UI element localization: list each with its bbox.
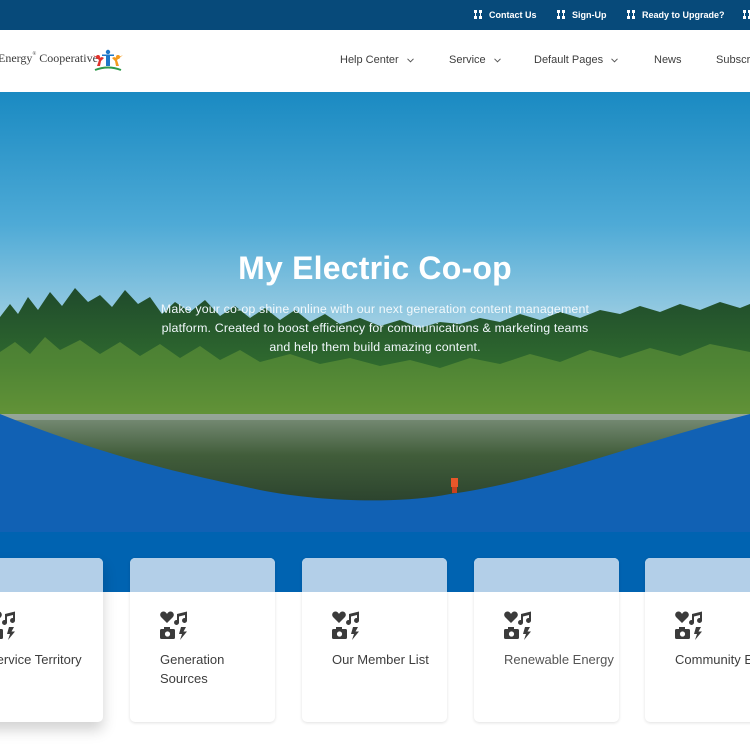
tile-generation-sources[interactable]: Generation Sources xyxy=(130,558,275,722)
tile-service-territory[interactable]: Service Territory xyxy=(0,558,103,722)
sitemap-icon xyxy=(743,10,750,19)
sitemap-icon xyxy=(557,10,565,19)
chevron-down-icon xyxy=(611,57,618,63)
nav-label: Help Center xyxy=(340,54,399,66)
tile-renewable-energy[interactable]: Renewable Energy xyxy=(474,558,619,722)
card-accent xyxy=(130,558,275,592)
tile-community-events[interactable]: Community Events xyxy=(645,558,750,722)
heart-music-camera-bolt-icon xyxy=(675,611,703,640)
card-accent xyxy=(0,558,103,592)
card-accent xyxy=(645,558,750,592)
tile-label: Service Territory xyxy=(0,652,82,667)
brand-name[interactable]: Energy® Cooperative xyxy=(0,51,98,66)
card-accent xyxy=(474,558,619,592)
utility-link-label: Ready to Upgrade? xyxy=(642,10,725,20)
nav-label: News xyxy=(654,54,682,66)
nav-news[interactable]: News xyxy=(654,50,682,70)
nav-label: Service xyxy=(449,54,486,66)
heart-music-camera-bolt-icon xyxy=(0,611,16,640)
utility-link-sign-up[interactable]: Sign-Up xyxy=(557,0,607,30)
utility-link-label: Sign-Up xyxy=(572,10,607,20)
nav-label: Subscribe xyxy=(716,54,750,66)
nav-help-center[interactable]: Help Center xyxy=(340,50,414,70)
brand-name-text: Energy xyxy=(0,51,33,65)
people-arms-raised-logo[interactable] xyxy=(91,48,125,74)
chevron-down-icon xyxy=(493,57,501,63)
utility-link-contact-us[interactable]: Contact Us xyxy=(474,0,537,30)
nav-service[interactable]: Service xyxy=(449,50,501,70)
nav-default-pages[interactable]: Default Pages xyxy=(534,50,618,70)
sitemap-icon xyxy=(627,10,635,19)
tile-label: Community Events xyxy=(675,652,750,667)
tile-label: Renewable Energy xyxy=(504,652,614,667)
brand-suffix: Cooperative xyxy=(36,51,98,65)
heart-music-camera-bolt-icon xyxy=(160,611,188,640)
sitemap-icon xyxy=(474,10,482,19)
tile-label: Our Member List xyxy=(332,652,429,667)
chevron-down-icon xyxy=(406,57,414,63)
nav-label: Default Pages xyxy=(534,54,604,66)
heart-music-camera-bolt-icon xyxy=(504,611,532,640)
utility-link-more[interactable] xyxy=(743,0,750,30)
heart-music-camera-bolt-icon xyxy=(332,611,360,640)
tile-our-member-list[interactable]: Our Member List xyxy=(302,558,447,722)
brand-registered-mark: ® xyxy=(32,52,37,57)
hero-wave-divider xyxy=(0,414,750,592)
utility-link-ready-to-upgrade[interactable]: Ready to Upgrade? xyxy=(627,0,725,30)
utility-bar: Contact Us Sign-Up Ready to Upgrade? xyxy=(0,0,750,30)
card-accent xyxy=(302,558,447,592)
utility-link-label: Contact Us xyxy=(489,10,537,20)
tile-label: Generation Sources xyxy=(160,652,225,686)
nav-subscribe[interactable]: Subscribe xyxy=(716,50,750,70)
